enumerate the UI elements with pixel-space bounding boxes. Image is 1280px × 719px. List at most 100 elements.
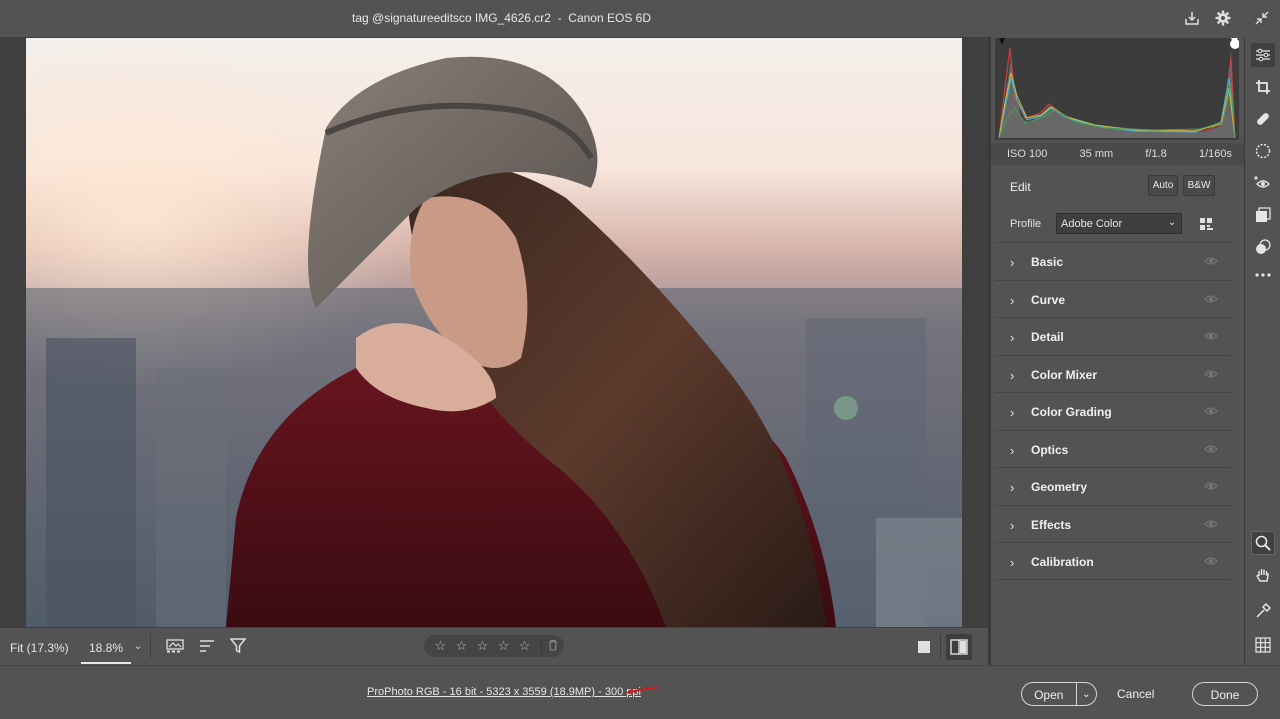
chevron-right-icon: ›	[1010, 255, 1015, 270]
chevron-down-icon: ⌄	[1167, 217, 1176, 228]
section-curve[interactable]: › Curve	[995, 279, 1231, 317]
settings-gear-icon[interactable]	[1212, 8, 1234, 28]
chevron-right-icon: ›	[1010, 480, 1015, 495]
section-detail[interactable]: › Detail	[995, 317, 1231, 355]
cancel-button[interactable]: Cancel	[1117, 687, 1154, 701]
star-1[interactable]: ☆	[432, 638, 449, 654]
eye-icon[interactable]	[1204, 330, 1218, 342]
hand-icon[interactable]	[1251, 563, 1275, 587]
chevron-right-icon: ›	[1010, 442, 1015, 458]
star-3[interactable]: ☆	[474, 638, 491, 654]
chevron-right-icon: ›	[1010, 405, 1015, 420]
divider	[940, 634, 941, 658]
edit-sections: › Basic › Curve › Detail › Color Mixer ›…	[995, 242, 1231, 580]
exif-shutter: 1/160s	[1198, 148, 1232, 160]
auto-button[interactable]: Auto	[1148, 175, 1178, 196]
profile-label: Profile	[1010, 218, 1042, 230]
open-label[interactable]: Open	[1022, 683, 1077, 705]
section-effects[interactable]: › Effects	[995, 504, 1231, 542]
zoom-fit-button[interactable]: Fit (17.3%)	[10, 641, 69, 655]
healing-icon[interactable]	[1251, 107, 1275, 131]
filmstrip-icon[interactable]	[164, 636, 186, 656]
trash-icon[interactable]	[541, 638, 559, 654]
photo-preview[interactable]	[26, 38, 962, 627]
profile-browser-icon[interactable]	[1199, 216, 1215, 232]
section-color-mixer[interactable]: › Color Mixer	[995, 354, 1231, 392]
shadow-clipping-icon	[999, 38, 1005, 45]
chevron-right-icon: ›	[1010, 330, 1015, 345]
section-basic[interactable]: › Basic	[995, 242, 1231, 280]
profile-value: Adobe Color	[1061, 218, 1123, 230]
crop-icon[interactable]	[1251, 75, 1275, 99]
chevron-right-icon: ›	[1010, 292, 1015, 308]
divider	[150, 634, 151, 658]
chevron-right-icon: ›	[1010, 517, 1015, 533]
eye-icon[interactable]	[1204, 518, 1218, 530]
section-label: Detail	[1031, 330, 1064, 344]
section-label: Color Mixer	[1031, 367, 1098, 382]
zoom-level[interactable]: 18.8%	[81, 638, 131, 664]
star-2[interactable]: ☆	[453, 638, 470, 654]
edit-sliders-icon[interactable]	[1251, 43, 1275, 67]
section-optics[interactable]: › Optics	[995, 429, 1231, 467]
sort-icon[interactable]	[196, 636, 218, 656]
eye-icon[interactable]	[1204, 555, 1218, 567]
before-after-icon[interactable]	[946, 634, 972, 660]
red-eye-icon[interactable]	[1251, 171, 1275, 195]
view-single-icon[interactable]	[911, 634, 937, 660]
bottom-toolbar: Fit (17.3%) 18.8% ⌄ ☆ ☆ ☆ ☆ ☆	[0, 628, 988, 665]
eye-icon[interactable]	[1204, 293, 1218, 305]
color-sampler-icon[interactable]	[1251, 599, 1275, 623]
section-label: Geometry	[1031, 480, 1088, 494]
workflow-options-link[interactable]: ProPhoto RGB - 16 bit - 5323 x 3559 (18.…	[367, 686, 641, 698]
histogram[interactable]	[995, 38, 1240, 140]
star-5[interactable]: ☆	[516, 638, 533, 654]
profile-select[interactable]: Adobe Color ⌄	[1056, 213, 1182, 234]
exif-info: ISO 100 35 mm f/1.8 1/160s	[991, 143, 1244, 165]
top-bar: tag @signatureeditsco IMG_4626.cr2 - Can…	[0, 0, 1280, 37]
exif-aperture: f/1.8	[1145, 148, 1167, 160]
presets-icon[interactable]	[1251, 235, 1275, 259]
chevron-right-icon: ›	[1010, 555, 1015, 570]
eye-icon[interactable]	[1204, 405, 1218, 417]
edit-header: Edit Auto B&W	[995, 170, 1231, 202]
exif-focal: 35 mm	[1079, 148, 1114, 160]
snapshots-icon[interactable]	[1251, 203, 1275, 227]
grid-icon[interactable]	[1251, 633, 1275, 657]
chevron-right-icon: ›	[1010, 367, 1015, 383]
eye-icon[interactable]	[1204, 443, 1218, 455]
filter-icon[interactable]	[227, 636, 249, 656]
section-label: Color Grading	[1031, 405, 1112, 419]
star-rating[interactable]: ☆ ☆ ☆ ☆ ☆	[424, 635, 564, 657]
section-geometry[interactable]: › Geometry	[995, 467, 1231, 505]
tool-strip	[1244, 37, 1280, 665]
masking-icon[interactable]	[1251, 139, 1275, 163]
edit-title: Edit	[1010, 180, 1031, 194]
edit-panel: ISO 100 35 mm f/1.8 1/160s Edit Auto B&W…	[988, 37, 1244, 665]
section-label: Optics	[1031, 442, 1069, 457]
eye-icon[interactable]	[1204, 480, 1218, 492]
open-button[interactable]: Open ⌄	[1021, 682, 1097, 706]
zoom-icon[interactable]	[1251, 531, 1275, 555]
done-button[interactable]: Done	[1192, 682, 1258, 706]
footer-bar: ProPhoto RGB - 16 bit - 5323 x 3559 (18.…	[0, 665, 1280, 719]
save-download-icon[interactable]	[1181, 8, 1203, 28]
section-label: Effects	[1031, 517, 1072, 532]
window-title: tag @signatureeditsco IMG_4626.cr2 - Can…	[352, 11, 651, 25]
exif-iso: ISO 100	[1007, 148, 1048, 160]
collapse-icon[interactable]	[1251, 8, 1273, 28]
chevron-down-icon[interactable]: ⌄	[134, 641, 142, 652]
annotation-arrow	[624, 684, 660, 699]
star-4[interactable]: ☆	[495, 638, 512, 654]
more-icon[interactable]	[1251, 263, 1275, 287]
profile-row: Profile Adobe Color ⌄	[995, 209, 1231, 239]
eye-icon[interactable]	[1204, 255, 1218, 267]
bw-button[interactable]: B&W	[1183, 175, 1215, 196]
section-label: Calibration	[1031, 555, 1094, 569]
highlight-clipping-icon	[1230, 39, 1240, 49]
section-calibration[interactable]: › Calibration	[995, 542, 1231, 580]
chevron-down-icon[interactable]: ⌄	[1077, 689, 1096, 700]
section-color-grading[interactable]: › Color Grading	[995, 392, 1231, 430]
section-label: Curve	[1031, 292, 1066, 307]
eye-icon[interactable]	[1204, 368, 1218, 380]
